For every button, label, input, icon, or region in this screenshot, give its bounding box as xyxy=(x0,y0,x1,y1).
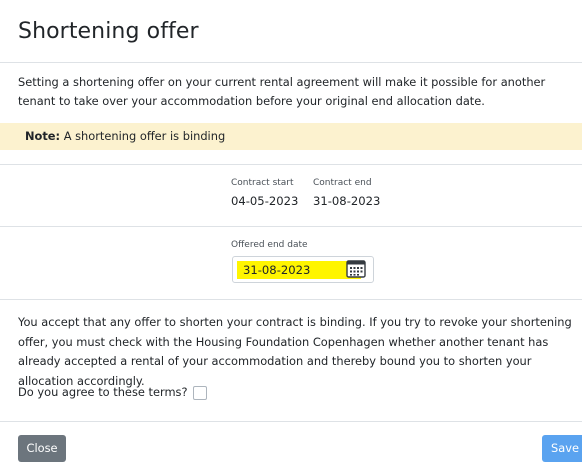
note-label: Note: xyxy=(25,129,61,143)
shortening-offer-dialog: Shortening offer Setting a shortening of… xyxy=(0,0,582,466)
close-button[interactable]: Close xyxy=(18,435,66,462)
dialog-title: Shortening offer xyxy=(18,19,199,44)
calendar-icon[interactable] xyxy=(346,260,366,278)
terms-text: You accept that any offer to shorten you… xyxy=(18,315,572,388)
section-divider xyxy=(0,226,582,227)
contract-end: Contract end 31-08-2023 xyxy=(313,178,380,208)
agree-checkbox[interactable] xyxy=(193,386,207,400)
contract-end-value: 31-08-2023 xyxy=(313,194,381,208)
contract-start-value: 04-05-2023 xyxy=(231,194,299,208)
save-button[interactable]: Save xyxy=(542,435,582,462)
contract-start: Contract start 04-05-2023 xyxy=(231,178,298,208)
offered-end-date-value: 31-08-2023 xyxy=(243,263,311,277)
intro-text: Setting a shortening offer on your curre… xyxy=(18,75,546,108)
offered-end-date-input[interactable]: 31-08-2023 xyxy=(232,256,374,283)
footer-divider xyxy=(0,421,582,422)
contract-start-label: Contract start xyxy=(231,178,294,188)
offered-end-date-label: Offered end date xyxy=(231,240,308,250)
note-text: A shortening offer is binding xyxy=(60,129,226,143)
header-divider xyxy=(0,62,582,63)
agree-label: Do you agree to these terms? xyxy=(18,385,188,399)
contract-end-label: Contract end xyxy=(313,178,372,188)
section-divider xyxy=(0,299,582,300)
note-banner: Note: A shortening offer is binding xyxy=(0,123,582,150)
section-divider xyxy=(0,164,582,165)
